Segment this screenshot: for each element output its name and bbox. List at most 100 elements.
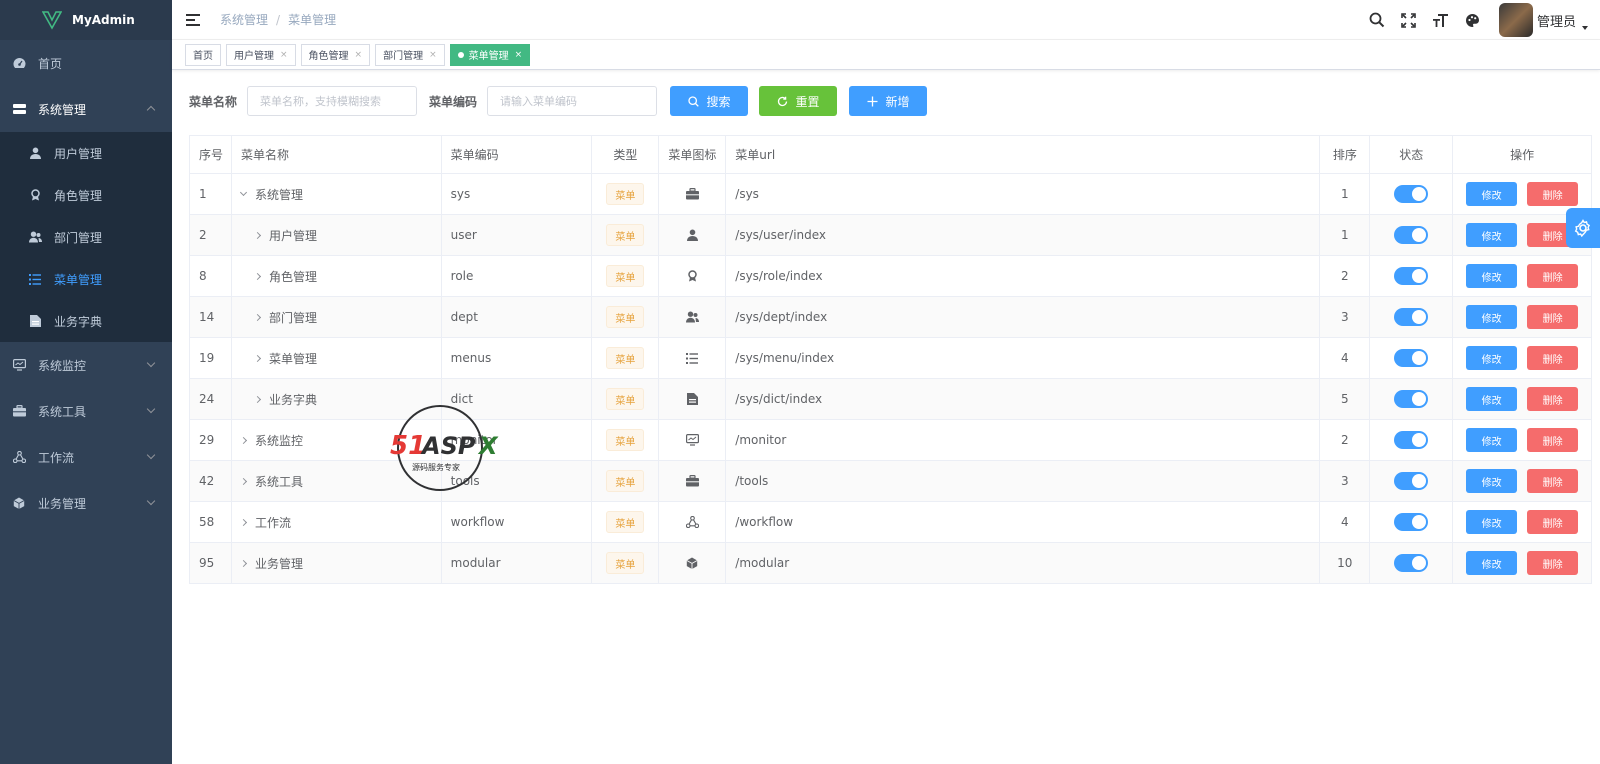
edit-button[interactable]: 修改 <box>1466 387 1518 411</box>
avatar[interactable] <box>1498 3 1533 37</box>
tag-item[interactable]: 菜单管理 × <box>449 43 531 66</box>
sidebar-item[interactable]: 首页 <box>0 40 172 86</box>
status-switch[interactable] <box>1394 185 1429 203</box>
delete-button[interactable]: 删除 <box>1527 346 1579 370</box>
column-header: 类型 <box>592 136 660 173</box>
cell-icon <box>659 256 727 296</box>
edit-button[interactable]: 修改 <box>1466 428 1518 452</box>
chevron-right-icon[interactable] <box>239 559 248 567</box>
tag-item[interactable]: 用户管理 × <box>226 43 296 66</box>
chevron-right-icon[interactable] <box>253 354 262 362</box>
status-switch[interactable] <box>1394 349 1429 367</box>
delete-button[interactable]: 删除 <box>1527 387 1579 411</box>
delete-button[interactable]: 删除 <box>1527 428 1579 452</box>
close-icon[interactable]: × <box>515 50 523 60</box>
cell-sort: 3 <box>1320 461 1371 501</box>
edit-button[interactable]: 修改 <box>1466 346 1518 370</box>
chevron-right-icon[interactable] <box>253 231 262 239</box>
status-switch[interactable] <box>1394 308 1429 326</box>
delete-button[interactable]: 删除 <box>1527 182 1579 206</box>
sidebar-item[interactable]: 工作流 <box>0 434 172 480</box>
tag-item[interactable]: 角色管理 × <box>300 43 371 66</box>
cell-type: 菜单 <box>592 502 660 542</box>
close-icon[interactable]: × <box>429 50 437 60</box>
status-switch[interactable] <box>1394 267 1429 285</box>
sidebar-subitem-label: 角色管理 <box>54 188 103 203</box>
cell-url: /monitor <box>726 420 1321 460</box>
chevron-right-icon[interactable] <box>239 436 248 444</box>
search-icon[interactable] <box>1361 0 1393 40</box>
chevron-right-icon[interactable] <box>239 518 248 526</box>
sidebar-subitem[interactable]: 业务字典 <box>0 300 172 342</box>
settings-button[interactable] <box>1566 208 1600 248</box>
chevron-right-icon[interactable] <box>253 395 262 403</box>
gear-icon <box>1574 219 1591 237</box>
edit-button[interactable]: 修改 <box>1466 469 1518 493</box>
status-switch[interactable] <box>1394 390 1429 408</box>
delete-button[interactable]: 删除 <box>1527 264 1579 288</box>
edit-button[interactable]: 修改 <box>1466 182 1518 206</box>
sidebar-item[interactable]: 系统工具 <box>0 388 172 434</box>
logo[interactable]: MyAdmin <box>0 0 172 40</box>
chevron-right-icon[interactable] <box>253 313 262 321</box>
sidebar-item[interactable]: 系统管理 <box>0 86 172 132</box>
caret-down-icon[interactable] <box>1582 26 1588 30</box>
delete-button[interactable]: 删除 <box>1527 510 1579 534</box>
sidebar-subitem[interactable]: 菜单管理 <box>0 258 172 300</box>
username[interactable]: 管理员 <box>1537 11 1576 30</box>
watermark-tagline: 源码服务专家 <box>412 462 460 472</box>
cell-actions: 修改 删除 <box>1453 461 1591 501</box>
close-icon[interactable]: × <box>280 50 288 60</box>
delete-button[interactable]: 删除 <box>1527 305 1579 329</box>
edit-button[interactable]: 修改 <box>1466 510 1518 534</box>
cell-id: 8 <box>190 256 232 296</box>
role-icon <box>28 188 42 202</box>
font-size-icon[interactable] <box>1425 0 1457 40</box>
sidebar-subitem[interactable]: 角色管理 <box>0 174 172 216</box>
cell-type: 菜单 <box>592 174 660 214</box>
delete-button[interactable]: 删除 <box>1527 551 1579 575</box>
status-switch[interactable] <box>1394 226 1429 244</box>
status-switch[interactable] <box>1394 431 1429 449</box>
edit-button[interactable]: 修改 <box>1466 551 1518 575</box>
status-switch[interactable] <box>1394 472 1429 490</box>
edit-button[interactable]: 修改 <box>1466 264 1518 288</box>
reset-button[interactable]: 重置 <box>759 86 838 116</box>
chevron-down-icon[interactable] <box>239 188 248 197</box>
cell-actions: 修改 删除 <box>1453 338 1591 378</box>
theme-icon[interactable] <box>1457 0 1489 40</box>
edit-button[interactable]: 修改 <box>1466 305 1518 329</box>
logo-icon <box>42 11 62 30</box>
add-button[interactable]: 新增 <box>849 86 928 116</box>
tags-view: 首页 用户管理 × 角色管理 × 部门管理 × 菜单管理 × <box>172 40 1600 70</box>
cell-code: role <box>442 256 593 296</box>
hamburger-icon[interactable] <box>186 13 200 26</box>
status-switch[interactable] <box>1394 513 1429 531</box>
chevron-right-icon[interactable] <box>253 272 262 280</box>
tag-item[interactable]: 部门管理 × <box>375 43 445 66</box>
header-actions: 管理员 <box>1361 0 1600 40</box>
sidebar-item[interactable]: 系统监控 <box>0 342 172 388</box>
search-button[interactable]: 搜索 <box>670 86 749 116</box>
sidebar-item[interactable]: 业务管理 <box>0 480 172 526</box>
dict-icon <box>686 393 698 405</box>
menu-code-input[interactable] <box>487 86 658 116</box>
sidebar-subitem-label: 用户管理 <box>54 146 103 161</box>
breadcrumb-item[interactable]: 系统管理 <box>220 13 268 27</box>
edit-button[interactable]: 修改 <box>1466 223 1518 247</box>
cell-sort: 4 <box>1320 502 1371 542</box>
sidebar-subitem[interactable]: 部门管理 <box>0 216 172 258</box>
type-tag: 菜单 <box>606 183 645 205</box>
delete-button[interactable]: 删除 <box>1527 469 1579 493</box>
sidebar-subitem[interactable]: 用户管理 <box>0 132 172 174</box>
close-icon[interactable]: × <box>355 50 363 60</box>
status-switch[interactable] <box>1394 554 1429 572</box>
chevron-right-icon[interactable] <box>239 477 248 485</box>
tag-item[interactable]: 首页 <box>185 43 221 66</box>
dept-icon <box>685 311 699 323</box>
menu-name-input[interactable] <box>247 86 418 116</box>
cell-type: 菜单 <box>592 543 660 583</box>
fullscreen-icon[interactable] <box>1393 0 1425 40</box>
column-header: 菜单名称 <box>232 136 442 173</box>
cell-type: 菜单 <box>592 379 660 419</box>
